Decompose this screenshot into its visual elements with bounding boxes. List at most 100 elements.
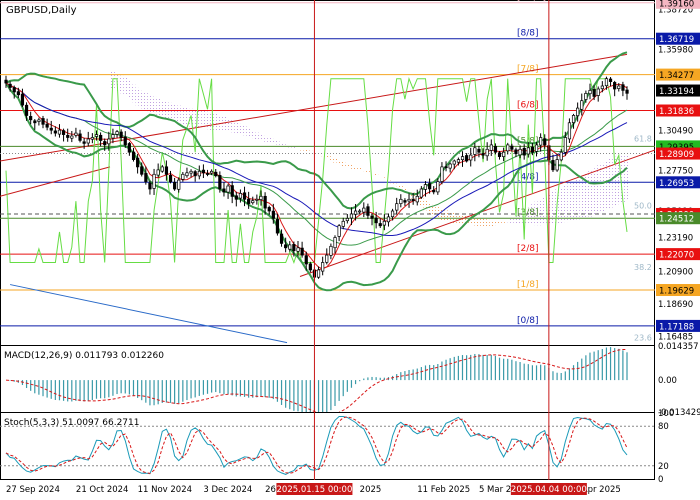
candle-body (407, 198, 411, 202)
candle-body (4, 79, 8, 84)
candle-body (386, 216, 391, 223)
cloud-segment (238, 123, 243, 135)
candle-body (107, 138, 111, 145)
cloud-segment (119, 75, 124, 94)
price-label-text: 1.24512 (659, 215, 694, 225)
murrey-label: [1/8] (517, 280, 539, 290)
candle-body (481, 153, 485, 156)
candle-body (144, 173, 148, 182)
price-tick-label: 1.18690 (658, 300, 693, 310)
candle-body (600, 85, 604, 90)
time-marker-label: 2025.04.04 00:00 (511, 485, 587, 495)
candle-body (259, 195, 263, 200)
cloud-segment (497, 221, 502, 224)
candle-body (242, 192, 247, 200)
candle-body (82, 141, 86, 144)
candle-body (493, 145, 498, 153)
candle-body (419, 188, 423, 198)
candle-body (181, 173, 185, 180)
candle-body (563, 137, 567, 153)
candle-body (66, 134, 70, 138)
cloud-segment (563, 185, 568, 223)
chart-title: GBPUSD,Daily (6, 5, 77, 16)
candle-body (263, 195, 267, 209)
candle-body (12, 87, 16, 93)
cloud-segment (361, 169, 366, 172)
cloud-segment (234, 122, 239, 134)
candle-body (316, 269, 321, 278)
candle-body (349, 213, 354, 219)
candle-body (57, 129, 62, 135)
candle-body (353, 210, 358, 215)
cloud-segment (337, 160, 342, 165)
candle-body (78, 133, 82, 141)
price-label-text: 1.33194 (659, 87, 694, 97)
candle-body (403, 200, 407, 203)
candle-body (296, 247, 300, 252)
candle-body (70, 135, 74, 139)
murrey-label: [4/8] (517, 172, 539, 182)
candle-body (131, 151, 136, 160)
cloud-segment (160, 100, 165, 118)
candle-body (160, 166, 164, 172)
candle-body (514, 149, 518, 155)
candle-body (238, 193, 243, 199)
murrey-label: [3/8] (517, 208, 539, 218)
candle-body (460, 156, 465, 161)
candle-body (156, 169, 160, 176)
candle-body (469, 154, 473, 161)
candle-body (189, 170, 193, 174)
candle-body (588, 90, 592, 95)
candle-body (399, 198, 403, 204)
cloud-segment (394, 183, 399, 187)
candle-body (173, 181, 177, 190)
cloud-segment (197, 110, 202, 128)
candle-body (140, 166, 144, 175)
cloud-segment (267, 137, 272, 143)
candle-body (255, 198, 259, 201)
cloud-segment (575, 179, 580, 220)
candle-body (226, 185, 230, 193)
candle-body (584, 93, 588, 100)
cloud-segment (226, 118, 231, 132)
cloud-segment (300, 149, 305, 151)
cloud-segment (374, 173, 379, 176)
cloud-segment (172, 104, 177, 122)
cloud-segment (365, 170, 370, 172)
cloud-segment (143, 92, 148, 111)
candle-body (362, 207, 366, 213)
candle-body (506, 144, 510, 152)
candle-body (234, 195, 238, 200)
cloud-segment (349, 164, 354, 169)
cloud-segment (509, 218, 514, 223)
murrey-label: [0/8] (517, 316, 539, 326)
cloud-segment (250, 130, 255, 139)
price-tick-label: 1.20900 (658, 267, 693, 277)
candle-body (518, 148, 522, 156)
candle-body (292, 244, 296, 252)
price-tick-label: 1.23190 (658, 234, 693, 244)
cloud-segment (382, 177, 387, 179)
cloud-segment (559, 187, 564, 223)
candle-body (329, 245, 333, 256)
candle-body (415, 195, 419, 203)
candle-body (16, 91, 20, 96)
candle-body (321, 262, 325, 272)
candle-body (136, 157, 140, 168)
price-label-text: 1.31836 (659, 107, 694, 117)
cloud-segment (333, 158, 337, 163)
candle-body (251, 200, 255, 204)
candle-body (74, 132, 78, 136)
cloud-segment (222, 116, 226, 132)
candle-body (308, 263, 312, 271)
cloud-segment (481, 218, 486, 227)
x-tick-label: 11 Feb 2025 (417, 485, 470, 495)
candle-body (485, 148, 489, 157)
cloud-segment (567, 183, 572, 222)
candle-body (411, 199, 415, 202)
candle-body (530, 146, 535, 153)
cloud-segment (304, 150, 309, 151)
candle-body (279, 233, 284, 244)
price-label-text: 1.19629 (659, 287, 694, 297)
cloud-segment (328, 156, 333, 161)
